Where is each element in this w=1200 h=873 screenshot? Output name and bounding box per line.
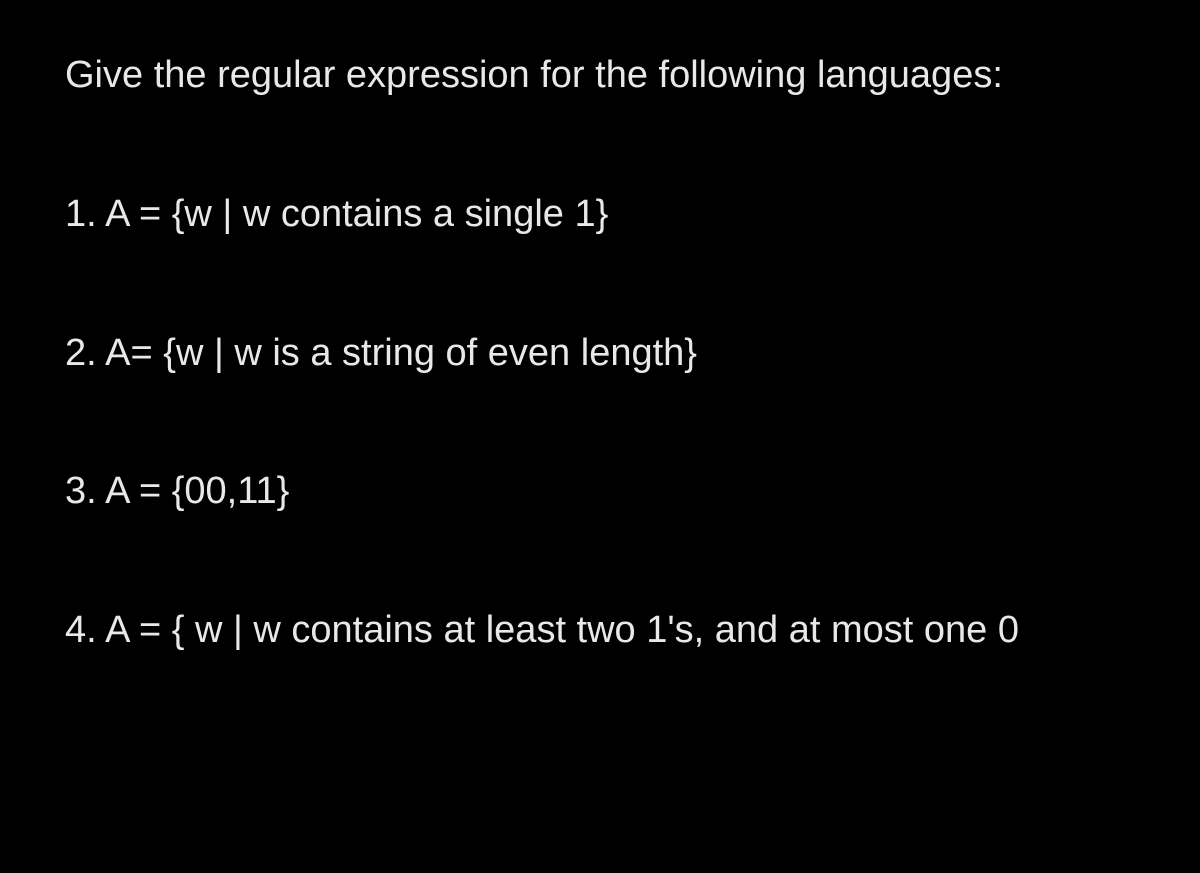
problem-item-1: 1. A = {w | w contains a single 1} (65, 184, 1135, 245)
problem-item-3: 3. A = {00,11} (65, 461, 1135, 522)
problem-item-4: 4. A = { w | w contains at least two 1's… (65, 600, 1135, 661)
prompt-intro: Give the regular expression for the foll… (65, 45, 1135, 106)
problem-item-2: 2. A= {w | w is a string of even length} (65, 323, 1135, 384)
